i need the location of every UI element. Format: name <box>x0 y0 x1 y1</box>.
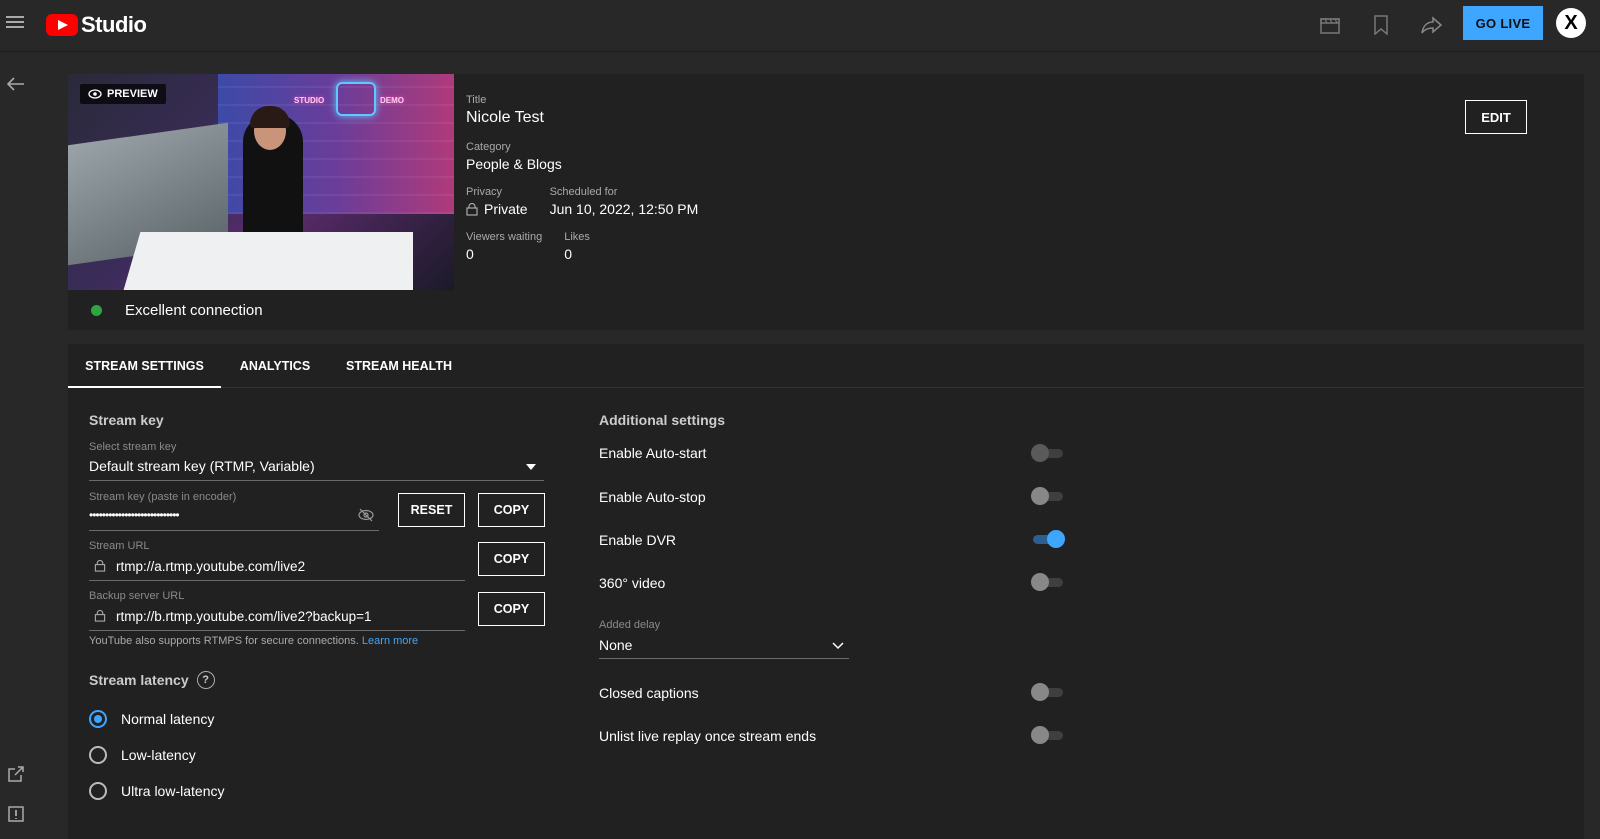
scheduled-label: Scheduled for <box>549 186 618 198</box>
feedback-icon[interactable] <box>6 804 26 824</box>
backup-underline <box>89 630 465 631</box>
tab-bar: STREAM SETTINGS ANALYTICS STREAM HEALTH <box>68 344 1584 388</box>
dvr-label: Enable DVR <box>599 532 677 548</box>
likes-value: 0 <box>564 246 573 262</box>
main-panel: STUDIO DEMO PREVIEW Title Nicole Test Ca… <box>68 74 1584 839</box>
closed-captions-label: Closed captions <box>599 685 699 701</box>
connection-status-bar: Excellent connection <box>68 290 1584 330</box>
unlist-replay-toggle[interactable] <box>1031 725 1065 745</box>
unlist-replay-label: Unlist live replay once stream ends <box>599 728 817 744</box>
select-underline <box>89 480 544 481</box>
rtmps-help-text: YouTube also supports RTMPS for secure c… <box>89 635 359 647</box>
auto-start-label: Enable Auto-start <box>599 445 707 461</box>
go-live-button[interactable]: GO LIVE <box>1463 6 1543 40</box>
additional-settings-title: Additional settings <box>599 412 725 428</box>
avatar[interactable]: X <box>1556 8 1586 38</box>
stream-key-select[interactable]: Default stream key (RTMP, Variable) <box>89 458 315 474</box>
added-delay-select[interactable]: None <box>599 637 632 653</box>
auto-start-toggle[interactable] <box>1031 443 1065 463</box>
studio-logo[interactable]: Studio <box>46 12 147 38</box>
closed-captions-toggle[interactable] <box>1031 682 1065 702</box>
category-label: Category <box>466 141 511 153</box>
video-360-toggle[interactable] <box>1031 572 1065 592</box>
hide-eye-icon[interactable] <box>358 508 374 522</box>
bookmark-icon[interactable] <box>1369 13 1393 37</box>
tab-stream-health[interactable]: STREAM HEALTH <box>338 344 460 388</box>
tab-stream-settings[interactable]: STREAM SETTINGS <box>68 344 221 388</box>
preview-chip[interactable]: PREVIEW <box>80 84 166 104</box>
likes-label: Likes <box>564 231 590 243</box>
top-bar: Studio GO LIVE X <box>0 0 1600 52</box>
privacy-value: Private <box>484 201 528 217</box>
lock-icon <box>94 610 106 622</box>
stream-key-title: Stream key <box>89 412 164 428</box>
neon-text-left: STUDIO <box>294 96 325 105</box>
menu-icon[interactable] <box>6 13 24 31</box>
brand-label: Studio <box>81 12 147 37</box>
neon-text-right: DEMO <box>380 96 404 105</box>
select-key-label: Select stream key <box>89 441 177 453</box>
scheduled-value: Jun 10, 2022, 12:50 PM <box>549 201 699 217</box>
viewers-value: 0 <box>466 246 474 262</box>
backup-url-field[interactable]: rtmp://b.rtmp.youtube.com/live2?backup=1 <box>116 609 372 624</box>
delay-underline <box>599 658 849 659</box>
latency-title-row: Stream latency ? <box>89 671 215 689</box>
url-underline <box>89 580 465 581</box>
added-delay-label: Added delay <box>599 619 661 631</box>
key-underline <box>89 530 379 531</box>
edit-button[interactable]: EDIT <box>1465 100 1527 134</box>
back-arrow-icon[interactable] <box>6 74 26 94</box>
help-icon[interactable]: ? <box>196 671 215 689</box>
radio-low-latency[interactable] <box>89 746 107 764</box>
viewers-label: Viewers waiting <box>466 231 543 243</box>
lock-icon <box>94 560 106 572</box>
stream-meta: Title Nicole Test Category People & Blog… <box>466 94 698 262</box>
title-value: Nicole Test <box>466 109 544 126</box>
copy-url-button[interactable]: COPY <box>478 542 545 576</box>
copy-key-button[interactable]: COPY <box>478 493 545 527</box>
eye-icon <box>88 89 102 99</box>
clapperboard-icon[interactable] <box>1318 13 1342 37</box>
category-value: People & Blogs <box>466 156 562 172</box>
reset-button[interactable]: RESET <box>398 493 465 527</box>
lock-icon <box>466 202 478 216</box>
radio-ultra-low-latency[interactable] <box>89 782 107 800</box>
status-dot-icon <box>91 304 102 316</box>
normal-latency-label: Normal latency <box>121 711 215 727</box>
stream-url-field[interactable]: rtmp://a.rtmp.youtube.com/live2 <box>116 559 305 574</box>
connection-status: Excellent connection <box>125 301 263 319</box>
ultra-low-latency-label: Ultra low-latency <box>121 783 225 799</box>
video-360-label: 360° video <box>599 575 666 591</box>
tab-analytics[interactable]: ANALYTICS <box>228 344 322 388</box>
latency-title: Stream latency <box>89 672 189 688</box>
copy-backup-button[interactable]: COPY <box>478 592 545 626</box>
stream-key-label: Stream key (paste in encoder) <box>89 491 237 503</box>
desk <box>123 232 413 292</box>
chevron-down-icon[interactable] <box>832 642 844 650</box>
title-label: Title <box>466 94 487 106</box>
preview-label: PREVIEW <box>107 88 158 100</box>
backup-url-label: Backup server URL <box>89 590 185 602</box>
left-rail <box>0 52 30 839</box>
settings-body: Stream key Select stream key Default str… <box>68 388 1584 839</box>
stream-key-field[interactable]: •••••••••••••••••••••••••••• <box>89 508 180 522</box>
learn-more-link[interactable]: Learn more <box>362 635 418 647</box>
privacy-label: Privacy <box>466 186 503 198</box>
dropdown-caret-icon[interactable] <box>526 464 536 470</box>
stream-url-label: Stream URL <box>89 540 150 552</box>
auto-stop-toggle[interactable] <box>1031 486 1065 506</box>
low-latency-label: Low-latency <box>121 747 196 763</box>
radio-normal-latency[interactable] <box>89 710 107 728</box>
external-link-icon[interactable] <box>6 764 26 784</box>
dvr-toggle[interactable] <box>1031 529 1065 549</box>
neon-cube-icon <box>336 82 376 116</box>
rtmps-help: YouTube also supports RTMPS for secure c… <box>89 635 418 647</box>
youtube-logo-icon <box>46 14 78 36</box>
auto-stop-label: Enable Auto-stop <box>599 489 706 505</box>
stream-summary: STUDIO DEMO PREVIEW Title Nicole Test Ca… <box>68 74 1584 292</box>
stream-preview-image[interactable]: STUDIO DEMO PREVIEW <box>68 74 454 292</box>
share-icon[interactable] <box>1420 13 1444 37</box>
